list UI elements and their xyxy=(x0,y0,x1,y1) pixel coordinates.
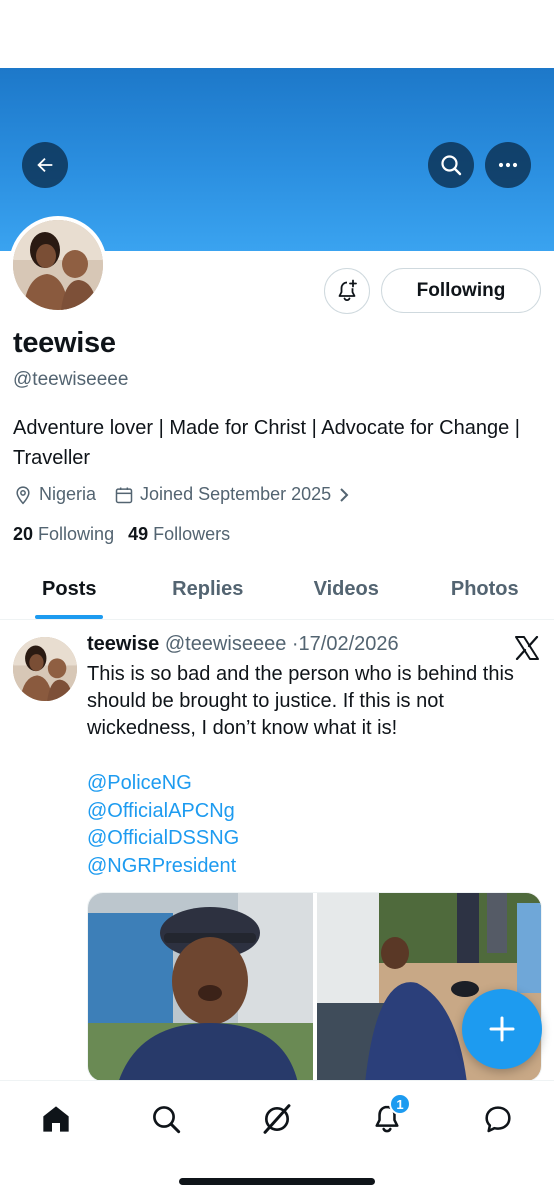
location-text: Nigeria xyxy=(39,484,97,504)
messages-icon xyxy=(485,1106,511,1133)
profile-meta: Nigeria Joined September 2025 xyxy=(13,484,369,505)
post-author-name[interactable]: teewise xyxy=(87,633,159,655)
handle: @teewiseeee xyxy=(13,369,129,390)
following-count: 20 xyxy=(13,524,34,544)
plus-icon xyxy=(489,1016,515,1042)
mention-link[interactable]: @NGRPresident xyxy=(87,853,239,881)
display-name: teewise xyxy=(13,327,116,359)
notification-badge: 1 xyxy=(389,1093,411,1115)
location: Nigeria xyxy=(13,484,96,505)
post-date: 17/02/2026 xyxy=(298,633,399,655)
calendar-icon xyxy=(115,487,133,503)
followers-label: Followers xyxy=(153,524,231,544)
search-button[interactable] xyxy=(428,142,474,188)
post-separator: · xyxy=(291,633,299,655)
more-icon xyxy=(498,162,518,168)
bio: Adventure lover | Made for Christ | Advo… xyxy=(13,417,520,469)
tab-videos[interactable]: Videos xyxy=(277,560,416,619)
media-image-1[interactable] xyxy=(88,893,313,1081)
profile-tabs: Posts Replies Videos Photos xyxy=(0,560,554,620)
nav-notifications[interactable]: 1 xyxy=(367,1093,411,1139)
post-text: This is so bad and the person who is beh… xyxy=(87,663,514,739)
profile-avatar[interactable] xyxy=(9,216,107,314)
search-icon xyxy=(441,155,462,176)
followers-link[interactable]: 49 Followers xyxy=(128,524,230,545)
following-button[interactable]: Following xyxy=(381,268,541,313)
post-mentions: @PoliceNG @OfficialAPCNg @OfficialDSSNG … xyxy=(87,770,239,880)
tab-posts[interactable]: Posts xyxy=(0,560,139,619)
post-header: teewise @teewiseeee ·17/02/2026 xyxy=(87,633,399,656)
mention-link[interactable]: @OfficialAPCNg xyxy=(87,798,239,826)
nav-messages[interactable] xyxy=(478,1099,518,1139)
chevron-right-icon xyxy=(340,487,349,502)
search-icon xyxy=(153,1106,181,1134)
mention-link[interactable]: @PoliceNG xyxy=(87,770,239,798)
tab-photos[interactable]: Photos xyxy=(416,560,554,619)
post-author-handle: @teewiseeee xyxy=(164,633,287,655)
location-pin-icon xyxy=(16,485,30,504)
nav-search[interactable] xyxy=(146,1099,186,1139)
avatar-photo xyxy=(13,220,103,310)
following-label: Following xyxy=(38,524,115,544)
nav-home[interactable] xyxy=(36,1099,76,1139)
home-indicator xyxy=(179,1178,375,1185)
more-button[interactable] xyxy=(485,142,531,188)
notify-button[interactable] xyxy=(324,268,370,314)
following-link[interactable]: 20 Following xyxy=(13,524,114,545)
back-button[interactable] xyxy=(22,142,68,188)
tab-replies[interactable]: Replies xyxy=(139,560,278,619)
arrow-left-icon xyxy=(37,157,53,173)
mention-link[interactable]: @OfficialDSSNG xyxy=(87,825,239,853)
status-bar xyxy=(0,0,554,68)
joined-date[interactable]: Joined September 2025 xyxy=(114,484,351,505)
grok-icon xyxy=(263,1104,291,1134)
follow-stats: 20 Following 49 Followers xyxy=(13,524,230,545)
bell-plus-icon xyxy=(338,279,357,302)
home-icon xyxy=(43,1106,69,1132)
compose-button[interactable] xyxy=(462,989,542,1069)
nav-grok[interactable] xyxy=(257,1099,297,1139)
followers-count: 49 xyxy=(128,524,149,544)
joined-text: Joined September 2025 xyxy=(140,484,332,504)
